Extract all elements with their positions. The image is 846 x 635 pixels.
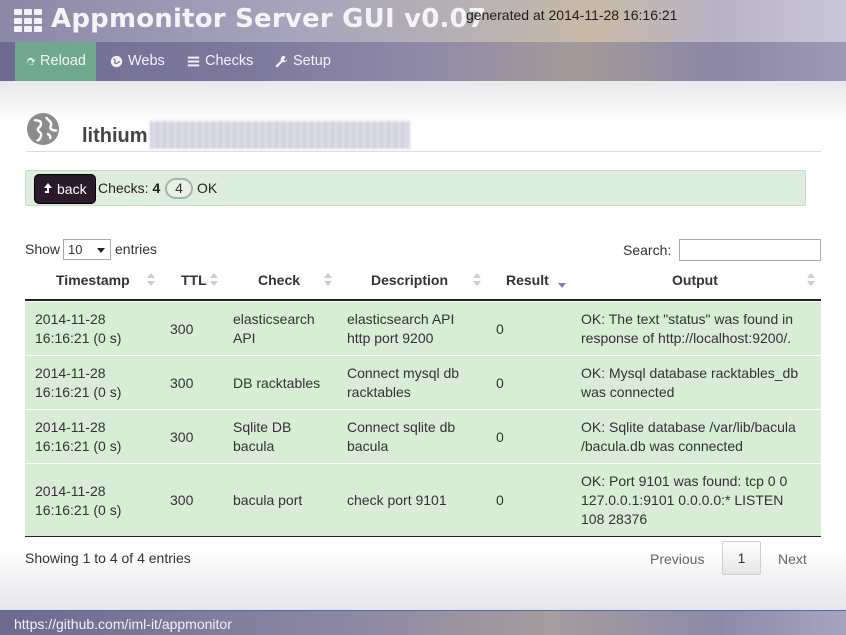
wrench-icon	[275, 55, 288, 68]
col-result[interactable]: Result	[506, 272, 549, 288]
cell-timestamp: 2014-11-28 16:16:21 (0 s)	[35, 419, 122, 454]
cell-description: Connect mysql db racktables	[347, 365, 460, 400]
cell-description: elasticsearch API http port 9200	[347, 311, 455, 346]
next-button[interactable]: Next	[778, 551, 807, 567]
sort-desc-icon[interactable]	[558, 272, 566, 288]
cell-result: 0	[496, 375, 504, 391]
cell-timestamp: 2014-11-28 16:16:21 (0 s)	[35, 483, 122, 518]
nav-webs-label: Webs	[128, 53, 165, 69]
cell-description: Connect sqlite db bacula	[347, 419, 456, 454]
previous-button[interactable]: Previous	[650, 551, 704, 567]
back-label: back	[57, 181, 87, 197]
cell-result: 0	[496, 321, 504, 337]
cell-result: 0	[496, 429, 504, 445]
cell-timestamp: 2014-11-28 16:16:21 (0 s)	[35, 365, 122, 400]
sort-icon[interactable]	[324, 272, 332, 288]
cell-timestamp: 2014-11-28 16:16:21 (0 s)	[35, 311, 122, 346]
grid-icon	[14, 9, 42, 33]
checks-summary-bar: back Checks: 4 4 OK	[25, 170, 806, 206]
sort-icon[interactable]	[210, 272, 218, 288]
checks-count: 4	[152, 180, 161, 196]
table-header: Timestamp TTL Check Description Result O…	[25, 264, 821, 301]
cell-check: Sqlite DB bacula	[233, 419, 292, 454]
nav-checks-label: Checks	[205, 53, 254, 69]
page-1-button[interactable]: 1	[722, 541, 761, 575]
page-length-value: 10	[68, 242, 83, 257]
table-row: 2014-11-28 16:16:21 (0 s) 300 DB racktabl…	[25, 355, 821, 409]
cell-output: OK: Mysql database racktables_db was conn…	[581, 365, 799, 400]
back-button[interactable]: back	[34, 174, 96, 204]
checks-count-text: Checks: 4	[98, 180, 160, 196]
col-description[interactable]: Description	[371, 272, 448, 288]
cell-ttl: 300	[170, 321, 194, 337]
cell-ttl: 300	[170, 429, 194, 445]
nav-reload-label: Reload	[40, 53, 86, 69]
col-ttl[interactable]: TTL	[181, 272, 207, 288]
cell-check: bacula port	[233, 492, 303, 508]
list-icon	[187, 56, 200, 67]
main-nav: Reload Webs Checks Setup	[0, 42, 846, 81]
cell-description: check port 9101	[347, 492, 447, 508]
cell-check: elasticsearch API	[233, 311, 315, 346]
cell-output: OK: Port 9101 was found: tcp 0 0 127.0.0.…	[581, 473, 788, 527]
cell-ttl: 300	[170, 375, 194, 391]
nav-reload[interactable]: Reload	[15, 42, 96, 81]
show-label: Show	[25, 241, 61, 257]
host-title: lithium	[82, 125, 148, 147]
sort-icon[interactable]	[807, 272, 815, 288]
table-row: 2014-11-28 16:16:21 (0 s) 300 bacula port…	[25, 463, 821, 536]
redacted-hostname	[150, 121, 410, 149]
nav-setup-label: Setup	[293, 53, 331, 69]
cell-result: 0	[496, 492, 504, 508]
checks-label: Checks:	[98, 180, 149, 196]
search-input[interactable]	[679, 239, 821, 261]
nav-setup[interactable]: Setup	[265, 42, 341, 81]
globe-icon	[27, 113, 59, 145]
sort-icon[interactable]	[473, 272, 481, 288]
cell-output: OK: The text "status" was found in respon…	[581, 311, 794, 346]
footer: https://github.com/iml-it/appmonitor	[0, 610, 846, 635]
entries-label: entries	[115, 241, 158, 257]
search-label: Search:	[623, 242, 672, 258]
table-row: 2014-11-28 16:16:21 (0 s) 300 elasticsear…	[25, 301, 821, 355]
page-length-select[interactable]: 10	[63, 239, 111, 260]
refresh-icon	[27, 57, 35, 66]
ok-label: OK	[197, 180, 218, 196]
col-check[interactable]: Check	[258, 272, 300, 288]
app-title: Appmonitor Server GUI v0.07	[51, 4, 487, 34]
table-bottom-border	[25, 536, 821, 537]
table-row: 2014-11-28 16:16:21 (0 s) 300 Sqlite DB ba…	[25, 409, 821, 463]
app-header: Appmonitor Server GUI v0.07 generated at…	[0, 0, 846, 42]
nav-checks[interactable]: Checks	[177, 42, 263, 81]
generated-timestamp: generated at 2014-11-28 16:16:21	[466, 7, 678, 23]
cell-output: OK: Sqlite database /var/lib/bacula/bacu…	[581, 419, 796, 454]
cell-ttl: 300	[170, 492, 194, 508]
caret-down-icon	[97, 248, 105, 253]
sort-icon[interactable]	[147, 272, 155, 288]
footer-link[interactable]: https://github.com/iml-it/appmonitor	[14, 616, 232, 632]
col-output[interactable]: Output	[672, 272, 718, 288]
col-timestamp[interactable]: Timestamp	[56, 272, 130, 288]
cell-check: DB racktables	[233, 375, 321, 391]
nav-webs[interactable]: Webs	[100, 42, 175, 81]
arrow-up-icon	[44, 183, 52, 193]
table-info: Showing 1 to 4 of 4 entries	[25, 550, 191, 566]
globe-icon	[110, 55, 123, 68]
ok-count-badge: 4	[165, 178, 193, 199]
divider	[26, 151, 821, 152]
